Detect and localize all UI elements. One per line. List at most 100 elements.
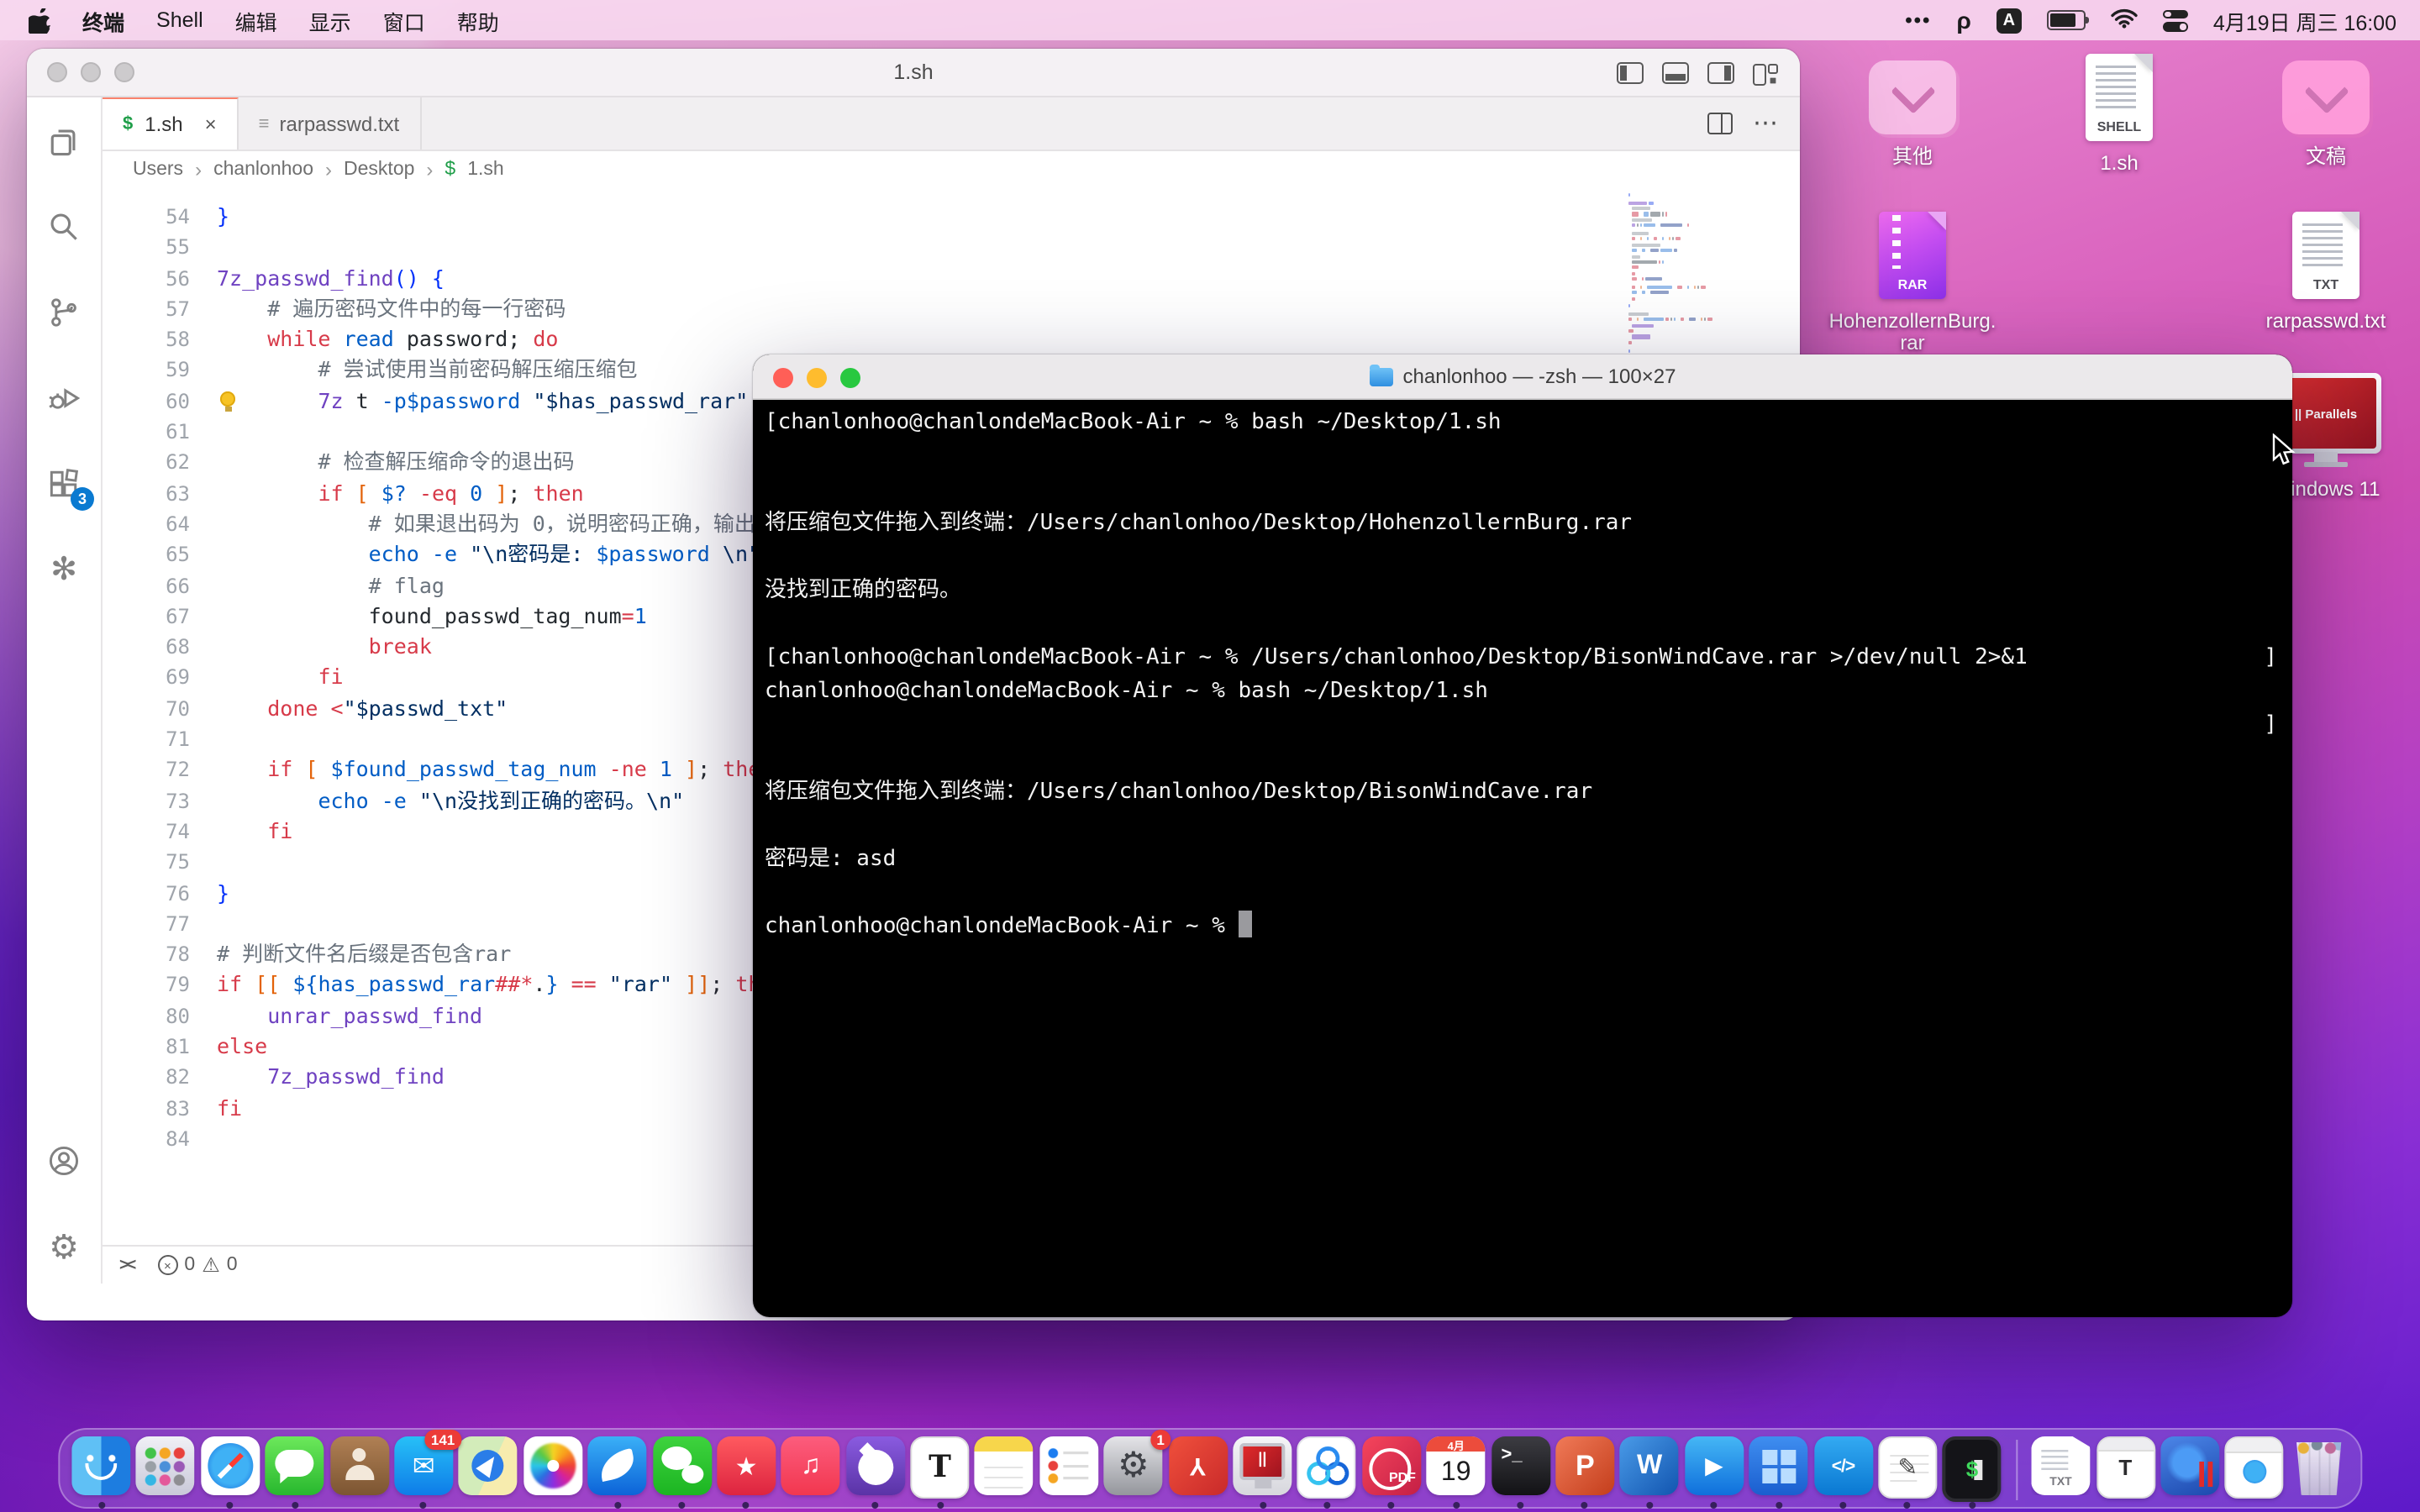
vscode-traffic-lights[interactable]	[47, 62, 134, 82]
explorer-icon[interactable]	[44, 121, 84, 161]
wechat-icon[interactable]	[652, 1436, 711, 1495]
dock-item-minimized-window-t[interactable]: T	[2096, 1436, 2154, 1504]
wifi-icon[interactable]	[2111, 8, 2138, 33]
word-icon[interactable]: W	[1620, 1436, 1679, 1495]
desktop-icon-file-1sh[interactable]: SHELL1.sh	[2022, 54, 2217, 175]
txt-file-icon[interactable]: TXT	[2292, 212, 2360, 299]
dock-item-wechat[interactable]	[652, 1436, 711, 1504]
dock-item-messages[interactable]	[266, 1436, 324, 1504]
breadcrumb-item[interactable]: Users	[133, 159, 183, 179]
settings-gear-icon[interactable]: ⚙	[44, 1226, 84, 1267]
terminal-traffic-lights[interactable]	[773, 368, 860, 388]
calendar-icon[interactable]: 4月19	[1427, 1436, 1486, 1495]
dock-item-word[interactable]: W	[1620, 1436, 1679, 1504]
minimized-window-safari-icon[interactable]	[2225, 1436, 2284, 1499]
breadcrumb-item[interactable]: Desktop	[344, 159, 414, 179]
minimized-window-win11-icon[interactable]	[2160, 1436, 2219, 1495]
menu-item-app[interactable]: 终端	[82, 4, 124, 36]
shelldoc-file-icon[interactable]: SHELL	[2086, 54, 2153, 141]
menu-item-edit[interactable]: 编辑	[235, 4, 277, 36]
messages-icon[interactable]	[266, 1436, 324, 1495]
tab-rarpasswd.txt[interactable]: ≡rarpasswd.txt	[239, 97, 422, 150]
dock-item-red-star-app[interactable]: ★	[717, 1436, 776, 1504]
dock-item-music[interactable]: ♫	[781, 1436, 840, 1504]
terminal-content[interactable]: [chanlonhoo@chanlondeMacBook-Air ~ % bas…	[753, 400, 2292, 1317]
apple-menu-icon[interactable]	[29, 8, 50, 33]
control-center-icon[interactable]	[2163, 9, 2188, 31]
stack-icon[interactable]	[1869, 60, 1956, 134]
zoom-button[interactable]	[114, 62, 134, 82]
circles-app-icon[interactable]	[1297, 1436, 1356, 1499]
extensions-icon[interactable]: 3	[44, 464, 84, 504]
toggle-panel-icon[interactable]	[1662, 61, 1689, 83]
menu-item-window[interactable]: 窗口	[383, 4, 425, 36]
ellipsis-icon[interactable]: •••	[1905, 8, 1931, 32]
pdf-expert-icon[interactable]: PDF	[1362, 1436, 1421, 1495]
dock-item-system-settings[interactable]: ⚙1	[1104, 1436, 1163, 1504]
battery-icon[interactable]	[2047, 10, 2086, 30]
dock-item-github-desktop[interactable]	[846, 1436, 905, 1504]
notes-icon[interactable]	[975, 1436, 1034, 1495]
dock-item-typora[interactable]: T	[910, 1436, 969, 1504]
windows11-vm-icon[interactable]	[1749, 1436, 1808, 1495]
dock-item-doc-rarpasswd-txt[interactable]: TXT	[2032, 1436, 2091, 1504]
thunder-download-icon[interactable]	[588, 1436, 647, 1495]
remote-indicator-icon[interactable]: ><	[119, 1256, 134, 1274]
run-debug-icon[interactable]	[44, 378, 84, 418]
dock-item-parallels-desktop[interactable]: ||	[1233, 1436, 1292, 1504]
dock-item-circles-app[interactable]	[1297, 1436, 1356, 1504]
terminal-title-bar[interactable]: chanlonhoo — -zsh — 100×27	[753, 354, 2292, 400]
red-star-app-icon[interactable]: ★	[717, 1436, 776, 1495]
split-editor-icon[interactable]	[1707, 113, 1733, 134]
input-source-icon[interactable]: A	[1996, 8, 2022, 33]
breadcrumb[interactable]: Users›chanlonhoo›Desktop›$1.sh	[103, 151, 1800, 186]
menu-item-shell[interactable]: Shell	[156, 8, 203, 32]
zoom-button[interactable]	[840, 368, 860, 388]
dock-item-git-client[interactable]: Y	[1169, 1436, 1228, 1504]
dock-item-minimized-window-safari[interactable]	[2225, 1436, 2284, 1504]
problems-indicator[interactable]: × 0 ⚠ 0	[157, 1253, 237, 1277]
powerpoint-icon[interactable]: P	[1555, 1436, 1614, 1495]
desktop-icon-stack-other[interactable]: 其他	[1815, 60, 2010, 168]
doc-rarpasswd-txt-icon[interactable]: TXT	[2032, 1436, 2091, 1495]
search-icon[interactable]	[44, 207, 84, 247]
close-button[interactable]	[773, 368, 793, 388]
menu-item-view[interactable]: 显示	[309, 4, 351, 36]
vscode-title-bar[interactable]: 1.sh	[27, 49, 1800, 97]
dock-item-notes[interactable]	[975, 1436, 1034, 1504]
music-icon[interactable]: ♫	[781, 1436, 840, 1495]
contacts-icon[interactable]	[329, 1436, 388, 1495]
dock-item-photos[interactable]	[523, 1436, 582, 1504]
photos-icon[interactable]	[523, 1436, 582, 1495]
breadcrumb-item[interactable]: chanlonhoo	[213, 159, 313, 179]
toggle-sidebar-icon[interactable]	[1617, 61, 1644, 83]
typora-icon[interactable]: T	[910, 1436, 969, 1499]
account-icon[interactable]	[44, 1141, 84, 1181]
dock-item-contacts[interactable]	[329, 1436, 388, 1504]
dock-item-maps[interactable]	[459, 1436, 518, 1504]
desktop-icon-file-hohenzollernburg-rar[interactable]: RARHohenzollernBurg. rar	[1815, 212, 2010, 354]
menu-bar-clock[interactable]: 4月19日 周三 16:00	[2213, 4, 2396, 36]
dock-item-minimized-window-win11[interactable]	[2160, 1436, 2219, 1504]
customize-layout-icon[interactable]	[1753, 63, 1780, 81]
dock-item-trash[interactable]	[2290, 1436, 2349, 1504]
finder-icon[interactable]	[71, 1436, 130, 1495]
openai-extension-icon[interactable]: ✻	[44, 549, 84, 590]
dock-item-thunder-download[interactable]	[588, 1436, 647, 1504]
dock-item-arrow-app[interactable]: ▶	[1685, 1436, 1744, 1504]
safari-icon[interactable]	[201, 1436, 260, 1495]
dock-item-calendar[interactable]: 4月19	[1427, 1436, 1486, 1504]
minimized-window-t-icon[interactable]: T	[2096, 1436, 2154, 1499]
rar-file-icon[interactable]: RAR	[1879, 212, 1946, 299]
trash-icon[interactable]	[2290, 1436, 2349, 1495]
minimize-button[interactable]	[807, 368, 827, 388]
dock-item-terminal-app[interactable]: >_	[1491, 1436, 1550, 1504]
vscode-icon[interactable]: </>	[1813, 1436, 1872, 1495]
git-client-icon[interactable]: Y	[1169, 1436, 1228, 1495]
close-tab-icon[interactable]: ×	[205, 113, 217, 136]
breadcrumb-item[interactable]: 1.sh	[467, 159, 504, 179]
dock-item-launchpad[interactable]	[136, 1436, 195, 1504]
dock-item-reminders[interactable]	[1039, 1436, 1098, 1504]
textedit-icon[interactable]: ✎	[1878, 1436, 1937, 1499]
tab-1.sh[interactable]: $1.sh×	[103, 97, 239, 150]
